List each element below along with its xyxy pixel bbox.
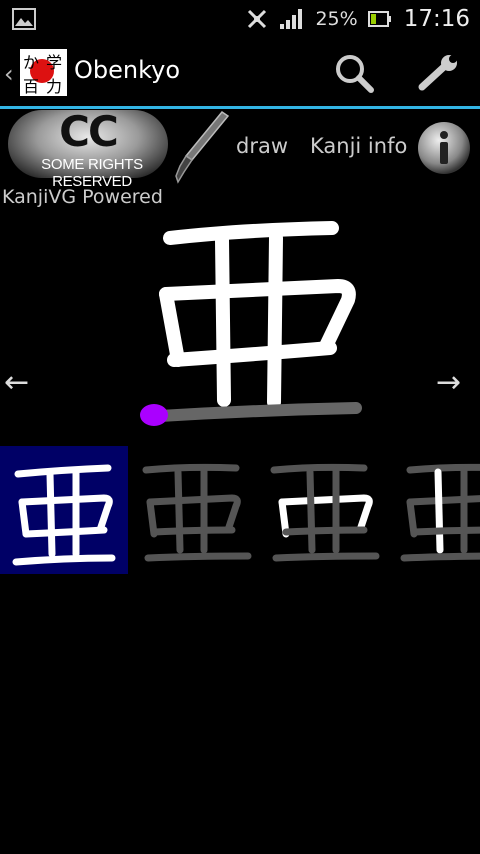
cc-text: SOME RIGHTS RESERVED <box>41 156 143 190</box>
info-icon <box>418 122 470 174</box>
app-title: Obenkyo <box>74 56 181 84</box>
gallery-notification-icon <box>12 8 36 34</box>
kanji-info-link[interactable]: Kanji info <box>310 134 407 158</box>
kanji-stroke-canvas[interactable] <box>120 210 380 444</box>
previous-arrow[interactable]: ← <box>4 365 29 400</box>
wrench-icon <box>418 55 457 91</box>
clock: 17:16 <box>403 6 470 32</box>
search-button[interactable] <box>330 50 378 96</box>
stroke-thumbnail-3[interactable] <box>256 446 384 574</box>
status-bar: 25% 17:16 <box>0 0 480 38</box>
signal-icon <box>279 8 305 30</box>
svg-text:か: か <box>23 53 39 72</box>
cc-letters: CC <box>59 107 119 156</box>
battery-icon <box>367 10 392 28</box>
info-button[interactable] <box>416 120 472 180</box>
svg-text:力: 力 <box>46 77 62 96</box>
settings-button[interactable] <box>414 50 462 96</box>
up-caret-icon[interactable]: ‹ <box>4 60 14 88</box>
cc-license-badge[interactable]: CC SOME RIGHTS RESERVED <box>8 107 168 190</box>
app-icon[interactable]: か 学 百 力 <box>20 49 67 96</box>
brush-icon[interactable] <box>170 110 230 190</box>
stroke-thumbnail-1[interactable] <box>0 446 128 574</box>
stroke-thumbnail-4[interactable] <box>384 446 480 574</box>
stroke-start-marker <box>140 404 168 426</box>
action-bar: ‹ か 学 百 力 Obenkyo <box>0 38 480 108</box>
svg-text:学: 学 <box>46 53 62 72</box>
kanjivg-label: KanjiVG Powered <box>2 186 163 208</box>
search-icon <box>336 55 374 93</box>
svg-text:百: 百 <box>23 77 39 96</box>
battery-percent: 25% <box>315 8 358 30</box>
mute-icon <box>245 7 269 31</box>
next-arrow[interactable]: → <box>436 365 461 400</box>
draw-link[interactable]: draw <box>236 134 288 158</box>
stroke-thumbnail-2[interactable] <box>128 446 256 574</box>
